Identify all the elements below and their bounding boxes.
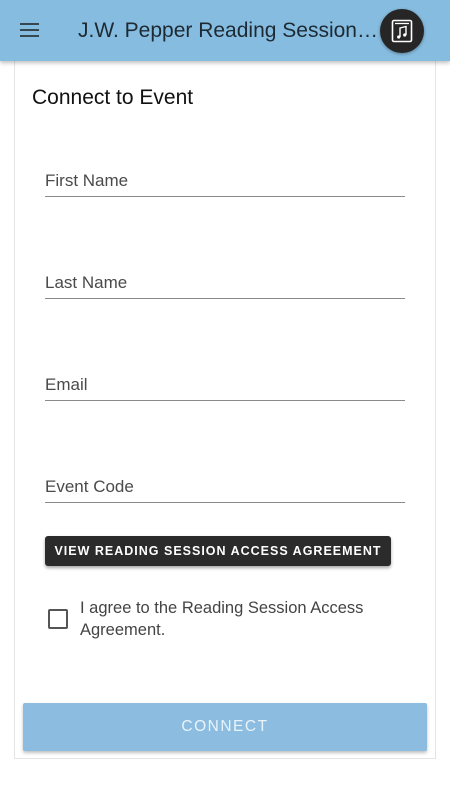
app-title: J.W. Pepper Reading Session Tool bbox=[78, 19, 378, 42]
music-book-icon[interactable] bbox=[380, 9, 424, 53]
event-code-field[interactable] bbox=[45, 472, 405, 503]
agree-checkbox[interactable] bbox=[48, 609, 68, 629]
hamburger-menu-icon[interactable] bbox=[17, 19, 43, 41]
first-name-input[interactable] bbox=[45, 166, 405, 196]
event-code-input[interactable] bbox=[45, 472, 405, 502]
connect-button[interactable]: CONNECT bbox=[23, 703, 427, 751]
view-agreement-button[interactable]: VIEW READING SESSION ACCESS AGREEMENT bbox=[45, 536, 391, 566]
agree-checkbox-label[interactable]: I agree to the Reading Session Access Ag… bbox=[80, 597, 400, 641]
last-name-field[interactable] bbox=[45, 268, 405, 299]
email-field[interactable] bbox=[45, 370, 405, 401]
form-title: Connect to Event bbox=[32, 86, 194, 109]
last-name-input[interactable] bbox=[45, 268, 405, 298]
email-input[interactable] bbox=[45, 370, 405, 400]
app-bar: J.W. Pepper Reading Session Tool bbox=[0, 0, 450, 61]
first-name-field[interactable] bbox=[45, 166, 405, 197]
